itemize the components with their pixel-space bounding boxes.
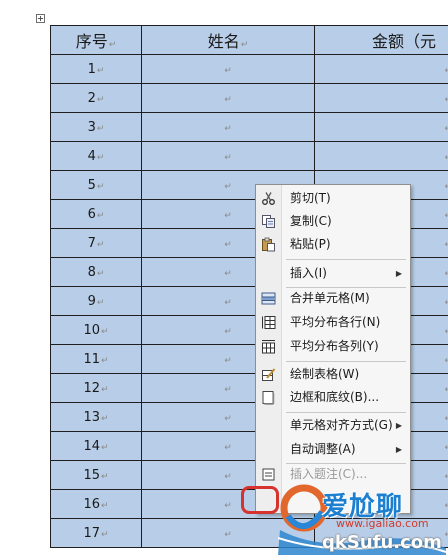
- cell-index[interactable]: 3↵: [50, 112, 142, 142]
- submenu-arrow-icon: ▶: [395, 269, 402, 278]
- context-menu: 剪切(T) 复制(C) 粘贴(P) 插入(I) ▶ 合并单元格(M) 平均分布各…: [255, 184, 411, 514]
- cell-name[interactable]: ↵: [141, 83, 315, 113]
- menu-item-cell-alignment[interactable]: 单元格对齐方式(G) ▶: [256, 414, 410, 437]
- cell-name[interactable]: ↵: [141, 54, 315, 84]
- header-cell-amount[interactable]: 金额（元: [314, 25, 448, 55]
- menu-item-label: 自动调整(A): [290, 442, 356, 456]
- copy-icon: [262, 215, 275, 228]
- cell-index[interactable]: 10↵: [50, 315, 142, 345]
- menu-item-insert[interactable]: 插入(I) ▶: [256, 262, 410, 285]
- cell-index[interactable]: 5↵: [50, 170, 142, 200]
- cell-index[interactable]: 16↵: [50, 489, 142, 519]
- watermark-url: www.igaliao.com: [336, 517, 429, 530]
- table-header-row: 序号↵ 姓名↵ 金额（元: [50, 25, 448, 55]
- menu-item-label: 剪切(T): [290, 191, 331, 205]
- submenu-arrow-icon: ▶: [395, 421, 402, 430]
- table-row: 2↵↵↵: [50, 83, 448, 113]
- menu-item-paste[interactable]: 粘贴(P): [256, 233, 410, 256]
- header-cell-index[interactable]: 序号↵: [50, 25, 142, 55]
- borders-shading-icon: [262, 391, 275, 405]
- cell-index[interactable]: 9↵: [50, 286, 142, 316]
- cell-index[interactable]: 6↵: [50, 199, 142, 229]
- distribute-rows-icon: [262, 316, 276, 329]
- cell-amount[interactable]: ↵: [314, 141, 448, 171]
- menu-item-merge-cells[interactable]: 合并单元格(M): [256, 287, 410, 310]
- menu-item-distribute-rows[interactable]: 平均分布各行(N): [256, 311, 410, 334]
- distribute-columns-icon: [262, 340, 275, 354]
- menu-separator: [286, 412, 406, 413]
- menu-item-label: 平均分布各行(N): [290, 315, 381, 329]
- menu-item-label: 单元格对齐方式(G): [290, 418, 393, 432]
- cell-index[interactable]: 14↵: [50, 431, 142, 461]
- cell-index[interactable]: 1↵: [50, 54, 142, 84]
- cell-index[interactable]: 12↵: [50, 373, 142, 403]
- menu-item-label: 合并单元格(M): [290, 291, 370, 305]
- scissors-icon: [262, 192, 275, 205]
- merge-cells-icon: [261, 292, 276, 305]
- menu-item-draw-table[interactable]: 绘制表格(W): [256, 363, 410, 386]
- cell-index[interactable]: 15↵: [50, 460, 142, 490]
- cell-index[interactable]: 4↵: [50, 141, 142, 171]
- menu-item-distribute-columns[interactable]: 平均分布各列(Y): [256, 335, 410, 358]
- watermark-site: qkSufu.com: [322, 532, 442, 553]
- cell-amount[interactable]: ↵: [314, 83, 448, 113]
- cell-index[interactable]: 2↵: [50, 83, 142, 113]
- draw-table-icon: [262, 368, 276, 381]
- cell-name[interactable]: ↵: [141, 141, 315, 171]
- cell-index[interactable]: 7↵: [50, 228, 142, 258]
- menu-item-label: 插入(I): [290, 266, 327, 280]
- cell-amount[interactable]: ↵: [314, 112, 448, 142]
- menu-item-borders-shading[interactable]: 边框和底纹(B)...: [256, 386, 410, 409]
- table-row: 3↵↵↵: [50, 112, 448, 142]
- menu-item-label: 边框和底纹(B)...: [290, 390, 380, 404]
- cell-index[interactable]: 17↵: [50, 518, 142, 548]
- cell-amount[interactable]: ↵: [314, 54, 448, 84]
- cell-index[interactable]: 11↵: [50, 344, 142, 374]
- table-row: 1↵↵↵: [50, 54, 448, 84]
- watermark-highlight-box: [241, 486, 279, 514]
- menu-separator: [286, 361, 406, 362]
- menu-item-label: 粘贴(P): [290, 237, 331, 251]
- cell-index[interactable]: 8↵: [50, 257, 142, 287]
- header-cell-name[interactable]: 姓名↵: [141, 25, 315, 55]
- submenu-arrow-icon: ▶: [395, 445, 402, 454]
- menu-item-cut[interactable]: 剪切(T): [256, 187, 410, 210]
- caption-icon: [262, 468, 275, 481]
- cell-name[interactable]: ↵: [141, 112, 315, 142]
- menu-item-label: 平均分布各列(Y): [290, 339, 379, 353]
- menu-separator: [286, 259, 406, 260]
- menu-item-label: 绘制表格(W): [290, 367, 360, 381]
- menu-item-copy[interactable]: 复制(C): [256, 210, 410, 233]
- menu-item-label: 复制(C): [290, 214, 332, 228]
- paste-icon: [262, 237, 275, 252]
- menu-item-autofit[interactable]: 自动调整(A) ▶: [256, 438, 410, 461]
- table-move-handle[interactable]: [36, 14, 45, 23]
- cell-index[interactable]: 13↵: [50, 402, 142, 432]
- table-row: 4↵↵↵: [50, 141, 448, 171]
